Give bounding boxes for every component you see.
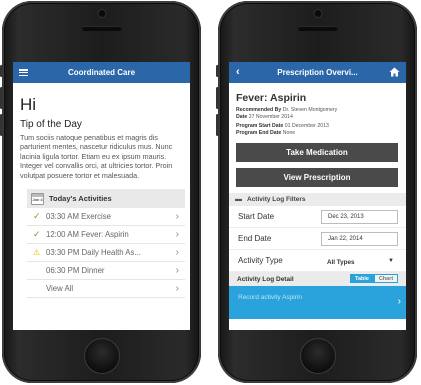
activity-item-daily-health[interactable]: ⚠ 03:30 PM Daily Health As... › — [27, 244, 185, 263]
start-date-label: Start Date — [238, 212, 275, 222]
nav-bar: Coordinated Care — [13, 62, 190, 83]
take-medication-button[interactable]: Take Medication — [236, 143, 398, 163]
tip-body: Tum sociis natoque penatibus et magris d… — [20, 133, 173, 180]
earpiece-speaker — [81, 26, 122, 31]
activity-label: 06:30 PM Dinner — [46, 266, 105, 276]
activity-label: 03:30 AM Exercise — [46, 212, 112, 222]
activity-item-dinner[interactable]: 06:30 PM Dinner › — [27, 262, 185, 281]
activity-label: 03:30 PM Daily Health As... — [46, 248, 141, 258]
nav-title: Prescription Overvi... — [277, 68, 358, 77]
prescription-overview-screen: ‹ Prescription Overvi... Fever: Aspirin … — [229, 62, 406, 330]
activity-type-label: Activity Type — [238, 256, 283, 266]
nav-title: Coordinated Care — [67, 68, 136, 77]
chevron-right-icon: › — [175, 229, 179, 241]
log-entry-label: Record activity Aspirin — [238, 294, 302, 302]
front-camera — [98, 10, 105, 17]
activities-title: Today's Activities — [49, 194, 112, 204]
minus-icon: ▬ — [235, 196, 242, 204]
activity-log-filters-header[interactable]: ▬ Activity Log Filters — [229, 193, 406, 207]
prescription-date: Date 27 November 2014 — [236, 113, 293, 120]
end-date-field[interactable]: Jan 22, 2014 — [321, 232, 398, 247]
activities-header: Jan 4 Today's Activities — [27, 189, 185, 209]
end-date-label: End Date — [238, 234, 272, 244]
recommended-by: Recommended By Dr. Steven Montgomery — [236, 107, 338, 113]
segment-table[interactable]: Table — [350, 274, 374, 284]
mute-switch — [216, 65, 219, 77]
chevron-down-icon: ▼ — [388, 258, 394, 265]
program-end-date: Program End Date None — [236, 129, 296, 136]
chevron-right-icon: › — [175, 283, 179, 295]
view-prescription-button[interactable]: View Prescription — [236, 168, 398, 188]
activity-log-entry[interactable]: Record activity Aspirin › — [229, 286, 406, 320]
view-segmented-control: Table Chart — [350, 274, 398, 284]
segment-chart[interactable]: Chart — [374, 274, 398, 284]
warning-icon: ⚠ — [33, 248, 41, 258]
program-start-date: Program Start Date 01 December 2013 — [236, 123, 329, 130]
view-all-label: View All — [46, 284, 74, 294]
activity-label: 12:00 AM Fever: Aspirin — [46, 230, 129, 240]
chevron-right-icon: › — [175, 211, 179, 223]
phone-left: Coordinated Care Hi Tip of the Day Tum s… — [0, 1, 201, 383]
start-date-row: Start Date Dec 23, 2013 — [229, 206, 406, 229]
volume-up-button — [0, 87, 3, 109]
hamburger-menu-icon[interactable] — [19, 69, 28, 77]
filters-title: Activity Log Filters — [247, 196, 306, 204]
log-detail-label: Activity Log Detail — [237, 275, 294, 283]
volume-up-button — [216, 87, 219, 109]
nav-bar: ‹ Prescription Overvi... — [229, 62, 406, 83]
activity-item-exercise[interactable]: ✓ 03:30 AM Exercise › — [27, 208, 185, 227]
end-date-row: End Date Jan 22, 2014 — [229, 228, 406, 251]
activity-type-row: Activity Type All Types ▼ — [229, 250, 406, 273]
front-camera — [314, 10, 321, 17]
check-icon: ✓ — [33, 229, 41, 240]
prescription-title: Fever: Aspirin — [236, 92, 307, 104]
chevron-right-icon: › — [175, 265, 179, 277]
greeting: Hi — [20, 95, 37, 114]
home-icon[interactable] — [389, 67, 400, 77]
activity-type-select[interactable]: All Types ▼ — [321, 256, 398, 268]
home-button[interactable] — [299, 338, 336, 374]
todays-activities-card: Jan 4 Today's Activities ✓ 03:30 AM Exer… — [27, 189, 185, 299]
mute-switch — [0, 65, 3, 77]
coordinated-care-screen: Coordinated Care Hi Tip of the Day Tum s… — [13, 62, 190, 330]
chevron-right-icon: › — [175, 247, 179, 259]
phone-right: ‹ Prescription Overvi... Fever: Aspirin … — [216, 1, 417, 383]
calendar-icon: Jan 4 — [31, 192, 44, 205]
start-date-field[interactable]: Dec 23, 2013 — [321, 210, 398, 225]
volume-down-button — [216, 114, 219, 136]
chevron-right-icon: › — [397, 296, 401, 308]
tip-title: Tip of the Day — [20, 119, 82, 130]
volume-down-button — [0, 114, 3, 136]
back-arrow-icon[interactable]: ‹ — [236, 67, 240, 78]
home-button[interactable] — [83, 338, 120, 374]
activity-log-detail-header: Activity Log Detail Table Chart — [229, 272, 406, 287]
check-icon: ✓ — [33, 211, 41, 222]
view-all-link[interactable]: View All › — [27, 280, 185, 299]
activity-item-fever-aspirin[interactable]: ✓ 12:00 AM Fever: Aspirin › — [27, 226, 185, 245]
earpiece-speaker — [297, 26, 338, 31]
